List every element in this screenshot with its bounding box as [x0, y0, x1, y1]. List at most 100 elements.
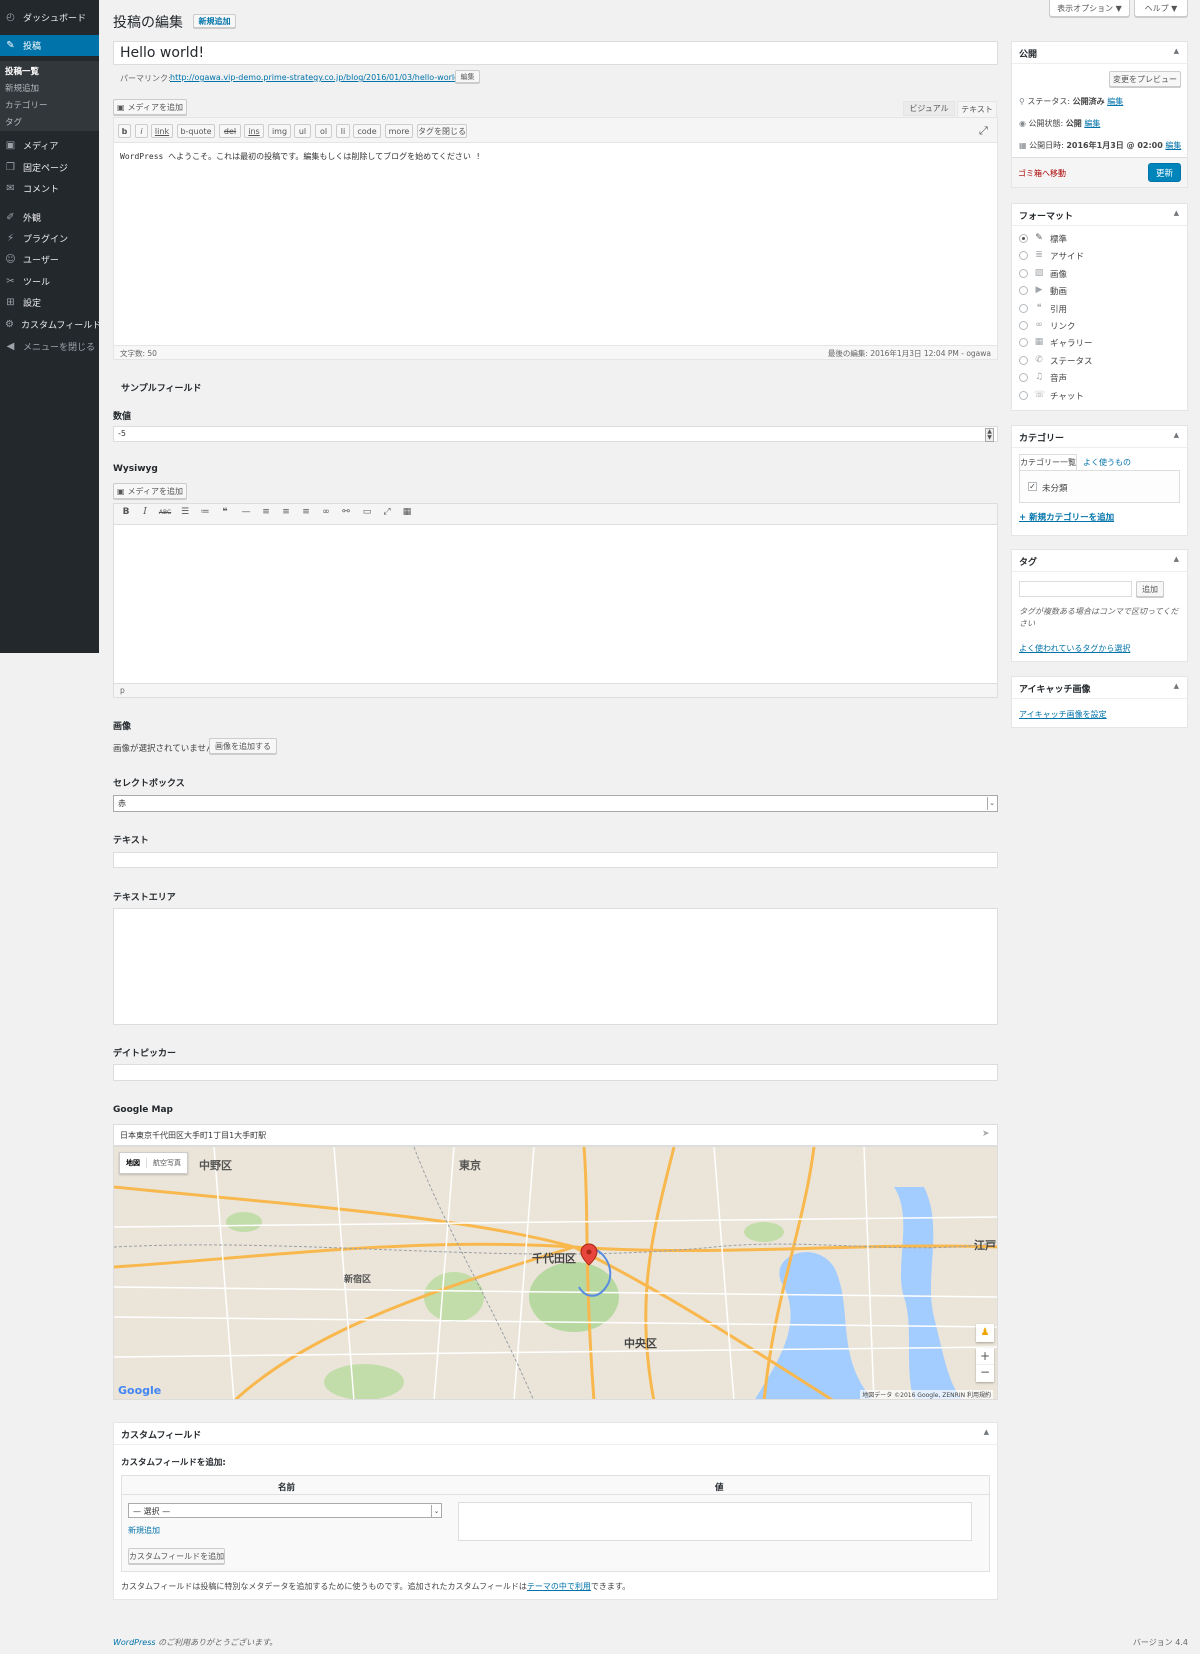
- qt-close-tags-button[interactable]: タグを閉じる: [417, 124, 467, 138]
- fullscreen-icon[interactable]: ⤢: [979, 124, 988, 138]
- trash-link[interactable]: ゴミ箱へ移動: [1018, 168, 1066, 179]
- custom-field-value-textarea[interactable]: [458, 1502, 972, 1541]
- qt-img-button[interactable]: img: [268, 124, 291, 138]
- strikethrough-icon[interactable]: ABC: [158, 505, 172, 519]
- tab-visual[interactable]: ビジュアル: [903, 101, 955, 116]
- zoom-in-icon[interactable]: +: [976, 1348, 994, 1365]
- update-button[interactable]: 更新: [1148, 163, 1181, 182]
- chevron-up-icon[interactable]: ▲: [1174, 555, 1179, 563]
- status-edit-link[interactable]: 編集: [1107, 97, 1123, 106]
- custom-fields-header[interactable]: カスタムフィールド ▲: [114, 1423, 997, 1445]
- add-tag-button[interactable]: 追加: [1136, 581, 1164, 597]
- numbered-list-icon[interactable]: ≔: [198, 505, 212, 519]
- add-category-link[interactable]: + 新規カテゴリーを追加: [1019, 511, 1114, 523]
- datepicker-input[interactable]: [113, 1064, 998, 1081]
- qt-li-button[interactable]: li: [336, 124, 350, 138]
- format-radio-2[interactable]: [1019, 268, 1028, 278]
- format-radio-4[interactable]: [1019, 303, 1028, 313]
- menu-dashboard[interactable]: ◴ ダッシュボード: [0, 7, 99, 27]
- add-custom-field-button[interactable]: カスタムフィールドを追加: [128, 1548, 225, 1564]
- menu-posts[interactable]: ✎ 投稿: [0, 35, 99, 56]
- screen-options-button[interactable]: 表示オプション ▼: [1049, 0, 1130, 17]
- pegman-icon[interactable]: ♟: [976, 1324, 994, 1342]
- featured-image-header[interactable]: アイキャッチ画像 ▲: [1012, 677, 1187, 699]
- qt-i-button[interactable]: i: [135, 124, 148, 138]
- chevron-up-icon[interactable]: ▲: [1174, 682, 1179, 690]
- qt-del-button[interactable]: del: [219, 124, 241, 138]
- menu-pages[interactable]: ❒ 固定ページ: [0, 157, 99, 177]
- align-center-icon[interactable]: ≡: [279, 505, 293, 519]
- bullet-list-icon[interactable]: ☰: [178, 505, 192, 519]
- unlink-icon[interactable]: ⚯: [339, 505, 353, 519]
- map-tab-map[interactable]: 地図: [120, 1158, 146, 1168]
- permalink-edit-button[interactable]: 編集: [455, 70, 480, 83]
- qt-bquote-button[interactable]: b-quote: [177, 124, 215, 138]
- submenu-categories[interactable]: カテゴリー: [5, 99, 48, 111]
- toolbar-toggle-icon[interactable]: ▦: [400, 505, 414, 519]
- add-new-button[interactable]: 新規追加: [193, 14, 236, 28]
- submenu-all-posts[interactable]: 投稿一覧: [5, 65, 39, 77]
- wordpress-link[interactable]: WordPress: [113, 1638, 156, 1647]
- menu-users[interactable]: ☺ ユーザー: [0, 249, 99, 269]
- chevron-down-icon[interactable]: ⌄: [431, 1505, 441, 1517]
- qt-b-button[interactable]: b: [118, 124, 131, 138]
- qt-code-button[interactable]: code: [353, 124, 381, 138]
- tab-all-categories[interactable]: カテゴリー一覧: [1019, 454, 1077, 470]
- horizontal-line-icon[interactable]: —: [239, 505, 253, 519]
- number-spinner[interactable]: ▲ ▼: [985, 428, 994, 442]
- format-radio-5[interactable]: [1019, 321, 1028, 330]
- chevron-up-icon[interactable]: ▲: [984, 1428, 989, 1436]
- custom-field-new-link[interactable]: 新規追加: [128, 1525, 160, 1536]
- date-edit-link[interactable]: 編集: [1165, 141, 1181, 150]
- submenu-tags[interactable]: タグ: [5, 116, 22, 128]
- add-image-button[interactable]: 画像を追加する: [209, 738, 277, 754]
- link-icon[interactable]: ∞: [319, 505, 333, 519]
- align-right-icon[interactable]: ≡: [299, 505, 313, 519]
- map-search-input[interactable]: 日本東京千代田区大手町1丁目1大手町駅: [113, 1124, 998, 1146]
- format-radio-9[interactable]: [1019, 390, 1028, 400]
- zoom-out-icon[interactable]: −: [976, 1365, 994, 1382]
- blockquote-icon[interactable]: ❝: [218, 505, 232, 519]
- menu-settings[interactable]: ⊞ 設定: [0, 292, 99, 312]
- tags-header[interactable]: タグ ▲: [1012, 550, 1187, 572]
- note-theme-link[interactable]: テーマの中で利用: [527, 1582, 591, 1591]
- map-attribution[interactable]: 地図データ ©2016 Google, ZENRIN 利用規約: [860, 1390, 993, 1399]
- qt-more-button[interactable]: more: [385, 124, 413, 138]
- number-input[interactable]: -5: [113, 426, 998, 442]
- select-box[interactable]: 赤: [113, 795, 998, 812]
- wysiwyg-editor[interactable]: [113, 503, 998, 698]
- preview-changes-button[interactable]: 変更をプレビュー: [1109, 71, 1181, 87]
- menu-tools[interactable]: ✂ ツール: [0, 271, 99, 291]
- text-input[interactable]: [113, 852, 998, 868]
- qt-ol-button[interactable]: ol: [315, 124, 332, 138]
- tab-popular-categories[interactable]: よく使うもの: [1083, 457, 1131, 468]
- italic-icon[interactable]: I: [138, 505, 152, 519]
- custom-field-name-select[interactable]: — 選択 —: [128, 1503, 442, 1518]
- category-checkbox[interactable]: ✓: [1028, 482, 1037, 491]
- publish-header[interactable]: 公開 ▲: [1012, 42, 1187, 64]
- google-map[interactable]: 中野区 東京 千代田区 中央区 江戸 新宿区 地図 航空写真 ♟ + − Goo…: [113, 1146, 998, 1400]
- category-header[interactable]: カテゴリー ▲: [1012, 426, 1187, 448]
- menu-appearance[interactable]: ✐ 外観: [0, 207, 99, 227]
- editor-content[interactable]: WordPress へようこそ。これは最初の投稿です。編集もしくは削除してブログ…: [120, 151, 481, 162]
- bold-icon[interactable]: B: [119, 505, 133, 519]
- qt-ins-button[interactable]: ins: [244, 124, 264, 138]
- chevron-up-icon[interactable]: ▲: [1174, 209, 1179, 217]
- qt-ul-button[interactable]: ul: [294, 124, 311, 138]
- menu-plugins[interactable]: ⚡ プラグイン: [0, 228, 99, 248]
- chevron-up-icon[interactable]: ▲: [1174, 431, 1179, 439]
- menu-collapse[interactable]: ◀ メニューを閉じる: [0, 336, 99, 356]
- submenu-add-new[interactable]: 新規追加: [5, 82, 39, 94]
- qt-link-button[interactable]: link: [151, 124, 173, 138]
- add-media-button[interactable]: ▣ メディアを追加: [113, 99, 187, 115]
- tab-text[interactable]: テキスト: [957, 101, 997, 117]
- format-header[interactable]: フォーマット ▲: [1012, 204, 1187, 226]
- menu-comments[interactable]: ✉ コメント: [0, 178, 99, 198]
- wysiwyg-add-media-button[interactable]: ▣ メディアを追加: [113, 483, 187, 499]
- help-button[interactable]: ヘルプ ▼: [1134, 0, 1188, 17]
- post-title-input[interactable]: Hello world!: [113, 41, 998, 65]
- set-featured-image-link[interactable]: アイキャッチ画像を設定: [1019, 709, 1107, 720]
- read-more-icon[interactable]: ▭: [360, 505, 374, 519]
- textarea-input[interactable]: [113, 908, 998, 1025]
- tag-input[interactable]: [1019, 581, 1132, 597]
